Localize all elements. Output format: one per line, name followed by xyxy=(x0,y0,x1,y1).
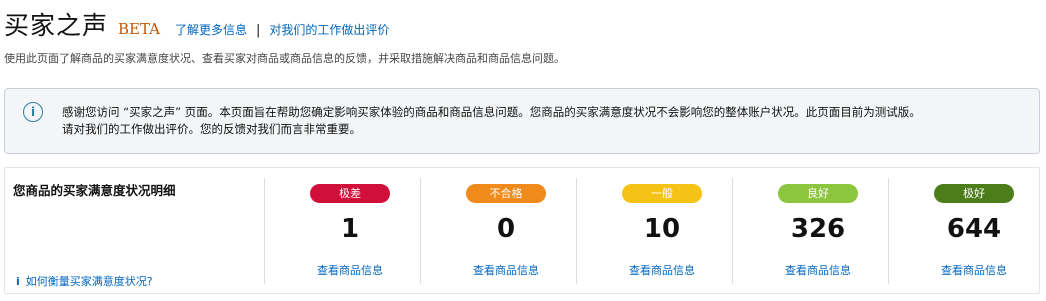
view-listings-link[interactable]: 查看商品信息 xyxy=(265,262,435,278)
info-icon: i xyxy=(23,102,43,122)
rating-badge: 极差 xyxy=(310,184,390,203)
notice-text: 感谢您访问 “买家之声” 页面。本页面旨在帮助您确定影响买家体验的商品和商品信息… xyxy=(62,104,1027,138)
view-listings-link[interactable]: 查看商品信息 xyxy=(577,262,747,278)
rating-column-poor: 不合格 0 查看商品信息 xyxy=(420,178,577,284)
info-notice: i 感谢您访问 “买家之声” 页面。本页面旨在帮助您确定影响买家体验的商品和商品… xyxy=(4,88,1040,154)
rating-badge: 一般 xyxy=(622,184,702,203)
rate-work-link[interactable]: 对我们的工作做出评价 xyxy=(269,21,389,38)
page-subtitle: 使用此页面了解商品的买家满意度状况、查看买家对商品或商品信息的反馈，并采取措施解… xyxy=(4,52,565,65)
rating-column-good: 良好 326 查看商品信息 xyxy=(732,178,889,284)
view-listings-link[interactable]: 查看商品信息 xyxy=(733,262,903,278)
rating-badge: 不合格 xyxy=(466,184,546,203)
rating-count: 326 xyxy=(790,214,846,244)
notice-line-2: 请对我们的工作做出评价。您的反馈对我们而言非常重要。 xyxy=(62,122,361,136)
rating-badge: 极好 xyxy=(934,184,1014,203)
help-link-label: 如何衡量买家满意度状况? xyxy=(25,275,153,288)
info-small-icon: i xyxy=(16,275,20,288)
view-listings-link[interactable]: 查看商品信息 xyxy=(421,262,591,278)
notice-line-1: 感谢您访问 “买家之声” 页面。本页面旨在帮助您确定影响买家体验的商品和商品信息… xyxy=(62,105,921,119)
page-title: 买家之声 xyxy=(4,11,109,40)
beta-badge: BETA xyxy=(118,20,161,38)
page-header: 买家之声 BETA 了解更多信息 | 对我们的工作做出评价 xyxy=(4,6,389,42)
rating-count: 0 xyxy=(496,214,516,244)
rating-count: 644 xyxy=(946,214,1002,244)
learn-more-link[interactable]: 了解更多信息 xyxy=(175,21,247,38)
view-listings-link[interactable]: 查看商品信息 xyxy=(889,262,1046,278)
help-link[interactable]: i 如何衡量买家满意度状况? xyxy=(16,273,153,289)
rating-badge: 良好 xyxy=(778,184,858,203)
rating-column-fair: 一般 10 查看商品信息 xyxy=(576,178,733,284)
rating-count: 10 xyxy=(643,214,681,244)
panel-title: 您商品的买家满意度状况明细 xyxy=(13,183,176,198)
header-separator: | xyxy=(256,23,261,38)
satisfaction-panel: 您商品的买家满意度状况明细 i 如何衡量买家满意度状况? 极差 1 查看商品信息 … xyxy=(4,167,1040,294)
rating-column-very-poor: 极差 1 查看商品信息 xyxy=(264,178,421,284)
rating-column-excellent: 极好 644 查看商品信息 xyxy=(888,178,1045,284)
rating-count: 1 xyxy=(340,214,360,244)
